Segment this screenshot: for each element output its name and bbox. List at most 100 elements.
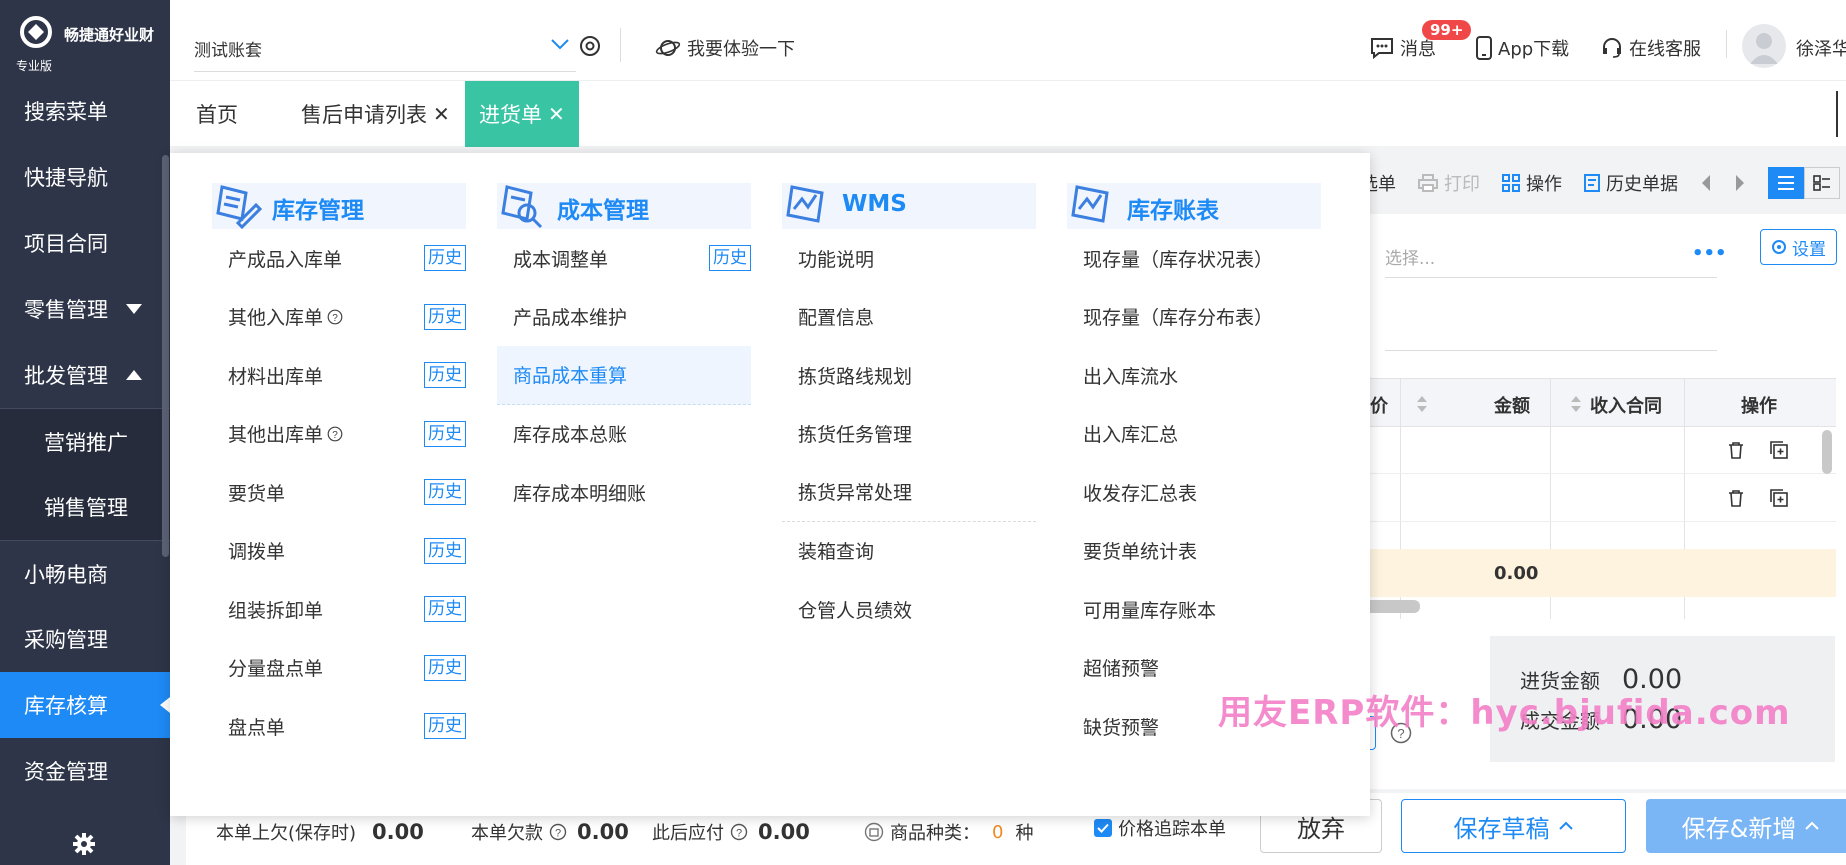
operate-button[interactable]: 操作 [1502, 170, 1562, 196]
tab-home[interactable]: 首页 [196, 81, 238, 147]
menu-item-inout-flow[interactable]: 出入库流水 [1067, 346, 1321, 405]
sidebar-item-project-contract[interactable]: 项目合同 [0, 210, 170, 276]
tab-after-sales[interactable]: 售后申请列表 ✕ [301, 81, 450, 147]
menu-item-packing-query[interactable]: 装箱查询 [782, 522, 1036, 581]
menu-item-pick-task[interactable]: 拣货任务管理 [782, 405, 1036, 464]
sidebar-item-purchase[interactable]: 采购管理 [0, 606, 170, 672]
save-draft-button[interactable]: 保存草稿 [1401, 799, 1626, 853]
sidebar-item-search-menu[interactable]: 搜索菜单 [0, 78, 170, 144]
prev-arrow-icon[interactable] [1700, 174, 1712, 192]
messages-button[interactable]: 消息 [1370, 35, 1436, 61]
message-icon [1371, 38, 1393, 59]
printer-icon [1418, 174, 1438, 192]
list-view-button[interactable] [1768, 167, 1804, 199]
app-download-button[interactable]: App下载 [1476, 35, 1569, 61]
history-link[interactable]: 历史 [424, 654, 466, 681]
trash-icon[interactable] [1728, 441, 1744, 459]
help-icon[interactable]: ? [327, 309, 343, 325]
menu-item-cost-adjust[interactable]: 成本调整单 历史 [497, 229, 751, 288]
document-icon [1584, 174, 1600, 192]
more-icon[interactable]: ••• [1692, 243, 1727, 264]
sort-icon[interactable] [1416, 395, 1428, 413]
menu-item-cost-ledger[interactable]: 库存成本总账 [497, 405, 751, 464]
menu-item-stock-distribution[interactable]: 现存量（库存分布表） [1067, 288, 1321, 347]
menu-item-assembly[interactable]: 组装拆卸单 历史 [212, 580, 466, 639]
history-link[interactable]: 历史 [424, 537, 466, 564]
grid-scrollbar-vertical[interactable] [1822, 430, 1832, 474]
grid-scrollbar-horizontal[interactable] [1364, 600, 1420, 613]
gear-icon[interactable] [577, 33, 603, 59]
try-experience-link[interactable]: 我要体验一下 [655, 35, 795, 61]
help-icon[interactable]: ? [549, 823, 567, 841]
menu-item-material-out[interactable]: 材料出库单 历史 [212, 346, 466, 405]
history-link[interactable]: 历史 [709, 245, 751, 271]
column-header-income-contract[interactable]: 收入合同 [1590, 392, 1662, 418]
menu-item-pick-route[interactable]: 拣货路线规划 [782, 346, 1036, 405]
history-link[interactable]: 历史 [424, 713, 466, 739]
menu-item-cost-recalc[interactable]: 商品成本重算 [497, 346, 751, 405]
history-link[interactable]: 历史 [424, 479, 466, 505]
app-logo[interactable]: 畅捷通好业财 专业版 [0, 0, 170, 78]
menu-item-stock-status[interactable]: 现存量（库存状况表） [1067, 229, 1321, 288]
grid-header: 价 金额 收入合同 操作 [1364, 379, 1836, 427]
menu-item-transfer[interactable]: 调拨单 历史 [212, 522, 466, 581]
form-settings-button[interactable]: 设置 [1760, 229, 1837, 265]
copy-add-icon[interactable] [1770, 441, 1788, 459]
trash-icon[interactable] [1728, 489, 1744, 507]
help-icon[interactable]: ? [327, 426, 343, 442]
save-and-new-button[interactable]: 保存&新增 [1646, 799, 1846, 853]
sidebar-item-funds[interactable]: 资金管理 [0, 738, 170, 804]
menu-item-requisition-stats[interactable]: 要货单统计表 [1067, 522, 1321, 581]
menu-item-product-cost[interactable]: 产品成本维护 [497, 288, 751, 347]
menu-item-requisition[interactable]: 要货单 历史 [212, 463, 466, 522]
history-link[interactable]: 历史 [424, 303, 466, 330]
menu-item-keeper-performance[interactable]: 仓管人员绩效 [782, 580, 1036, 639]
sidebar-item-ecommerce[interactable]: 小畅电商 [0, 540, 170, 606]
avatar[interactable] [1742, 24, 1786, 68]
sidebar-item-marketing[interactable]: 营销推广 [0, 408, 170, 474]
sidebar-item-quick-nav[interactable]: 快捷导航 [0, 144, 170, 210]
menu-item-partial-count[interactable]: 分量盘点单 历史 [212, 639, 466, 698]
help-icon[interactable]: ? [730, 823, 748, 841]
menu-item-pick-exception[interactable]: 拣货异常处理 [782, 463, 1036, 522]
sidebar-item-sales[interactable]: 销售管理 [0, 474, 170, 540]
column-header-amount[interactable]: 金额 [1494, 392, 1530, 418]
copy-add-icon[interactable] [1770, 489, 1788, 507]
next-arrow-icon[interactable] [1734, 174, 1746, 192]
checkbox-checked-icon[interactable] [1094, 819, 1112, 837]
supplier-select[interactable]: 选择... [1385, 238, 1717, 278]
sort-icon[interactable] [1570, 395, 1582, 413]
online-service-label: 在线客服 [1629, 39, 1701, 60]
sidebar-item-retail[interactable]: 零售管理 [0, 276, 170, 342]
tab-purchase-order[interactable]: 进货单 ✕ [465, 81, 579, 147]
online-service-button[interactable]: 在线客服 [1601, 35, 1701, 61]
close-icon[interactable]: ✕ [433, 102, 450, 126]
sidebar-item-wholesale[interactable]: 批发管理 [0, 342, 170, 408]
tab-scroll-edge[interactable] [1836, 91, 1846, 137]
menu-item-other-out[interactable]: 其他出库单 ? 历史 [212, 405, 466, 464]
column-header-price[interactable]: 价 [1370, 392, 1388, 418]
history-link[interactable]: 历史 [424, 245, 466, 271]
menu-item-wms-config[interactable]: 配置信息 [782, 288, 1036, 347]
history-docs-button[interactable]: 历史单据 [1584, 170, 1678, 196]
menu-item-inout-summary[interactable]: 出入库汇总 [1067, 405, 1321, 464]
menu-item-finished-goods-in[interactable]: 产成品入库单 历史 [212, 229, 466, 288]
menu-item-receive-issue-summary[interactable]: 收发存汇总表 [1067, 463, 1321, 522]
settings-icon[interactable] [72, 832, 96, 856]
history-link[interactable]: 历史 [424, 596, 466, 622]
print-button[interactable]: 打印 [1418, 170, 1480, 196]
history-link[interactable]: 历史 [424, 420, 466, 447]
sidebar-scrollbar[interactable] [162, 155, 169, 557]
menu-item-stock-count[interactable]: 盘点单 历史 [212, 697, 466, 756]
close-icon[interactable]: ✕ [548, 102, 565, 126]
menu-item-other-in[interactable]: 其他入库单 ? 历史 [212, 288, 466, 347]
account-select[interactable]: 测试账套 [194, 24, 576, 72]
menu-item-wms-intro[interactable]: 功能说明 [782, 229, 1036, 288]
menu-item-cost-detail[interactable]: 库存成本明细账 [497, 463, 751, 522]
menu-item-available-ledger[interactable]: 可用量库存账本 [1067, 580, 1321, 639]
username[interactable]: 徐泽华 [1796, 35, 1846, 61]
card-view-button[interactable] [1804, 167, 1840, 199]
sidebar-item-inventory[interactable]: 库存核算 [0, 672, 170, 738]
history-link[interactable]: 历史 [424, 362, 466, 388]
price-track-checkbox[interactable]: 价格追踪本单 [1094, 815, 1226, 841]
